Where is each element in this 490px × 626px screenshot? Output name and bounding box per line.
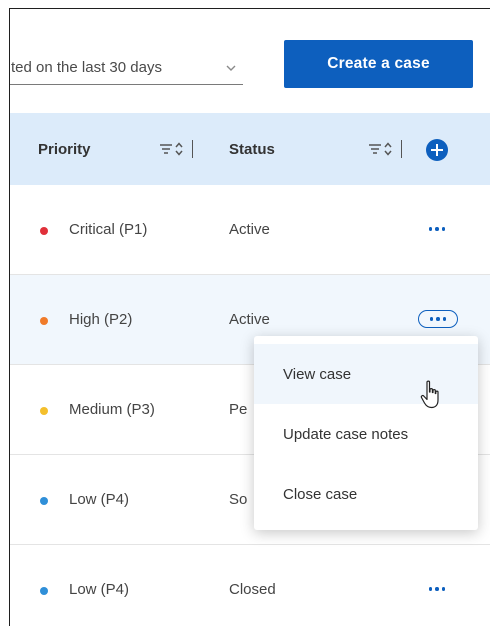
row-actions-button[interactable] — [418, 310, 458, 328]
dot-icon — [436, 317, 440, 321]
priority-column-tools — [160, 139, 193, 159]
sort-icon[interactable] — [384, 142, 392, 156]
priority-cell: Critical (P1) — [69, 221, 148, 238]
column-header-status[interactable]: Status — [229, 113, 275, 185]
table-row[interactable]: Low (P4) Closed — [10, 545, 490, 626]
priority-indicator-dot — [40, 227, 48, 235]
priority-cell: High (P2) — [69, 311, 133, 328]
hand-pointer-icon — [420, 380, 439, 409]
status-column-tools — [369, 139, 402, 159]
dot-icon — [441, 227, 446, 231]
priority-cell: Low (P4) — [69, 581, 130, 598]
dot-icon — [435, 587, 439, 591]
sort-icon[interactable] — [175, 142, 183, 156]
status-cell: Pe — [229, 401, 248, 418]
priority-cell: Medium (P3) — [69, 401, 155, 418]
row-actions-menu: View case Update case notes Close case — [254, 336, 478, 530]
row-actions-button[interactable] — [416, 220, 458, 238]
cases-panel: ted on the last 30 days Create a case Pr… — [9, 8, 490, 626]
column-separator — [401, 140, 402, 158]
status-cell: Active — [229, 221, 270, 238]
priority-indicator-dot — [40, 497, 48, 505]
priority-cell: Low (P4) — [69, 491, 130, 508]
column-separator — [192, 140, 193, 158]
create-case-button[interactable]: Create a case — [284, 40, 473, 88]
dot-icon — [429, 317, 434, 321]
dot-icon — [442, 317, 447, 321]
menu-item-close-case[interactable]: Close case — [254, 464, 478, 524]
table-header: Priority Status — [10, 113, 490, 185]
dot-icon — [435, 227, 439, 231]
status-cell: Active — [229, 311, 270, 328]
priority-indicator-dot — [40, 587, 48, 595]
status-cell: So — [229, 491, 248, 508]
menu-item-update-case-notes[interactable]: Update case notes — [254, 404, 478, 464]
date-range-value: ted on the last 30 days — [11, 59, 162, 76]
priority-indicator-dot — [40, 317, 48, 325]
row-actions-button[interactable] — [416, 580, 458, 598]
menu-item-view-case[interactable]: View case — [254, 344, 478, 404]
column-header-priority[interactable]: Priority — [38, 113, 91, 185]
dot-icon — [441, 587, 446, 591]
dot-icon — [428, 587, 433, 591]
filter-icon[interactable] — [369, 144, 381, 154]
filter-icon[interactable] — [160, 144, 172, 154]
date-range-select[interactable]: ted on the last 30 days — [10, 51, 243, 85]
status-cell: Closed — [229, 581, 276, 598]
priority-indicator-dot — [40, 407, 48, 415]
table-row[interactable]: Critical (P1) Active — [10, 185, 490, 275]
add-column-icon[interactable] — [426, 139, 448, 161]
chevron-down-icon — [226, 65, 236, 71]
dot-icon — [428, 227, 433, 231]
